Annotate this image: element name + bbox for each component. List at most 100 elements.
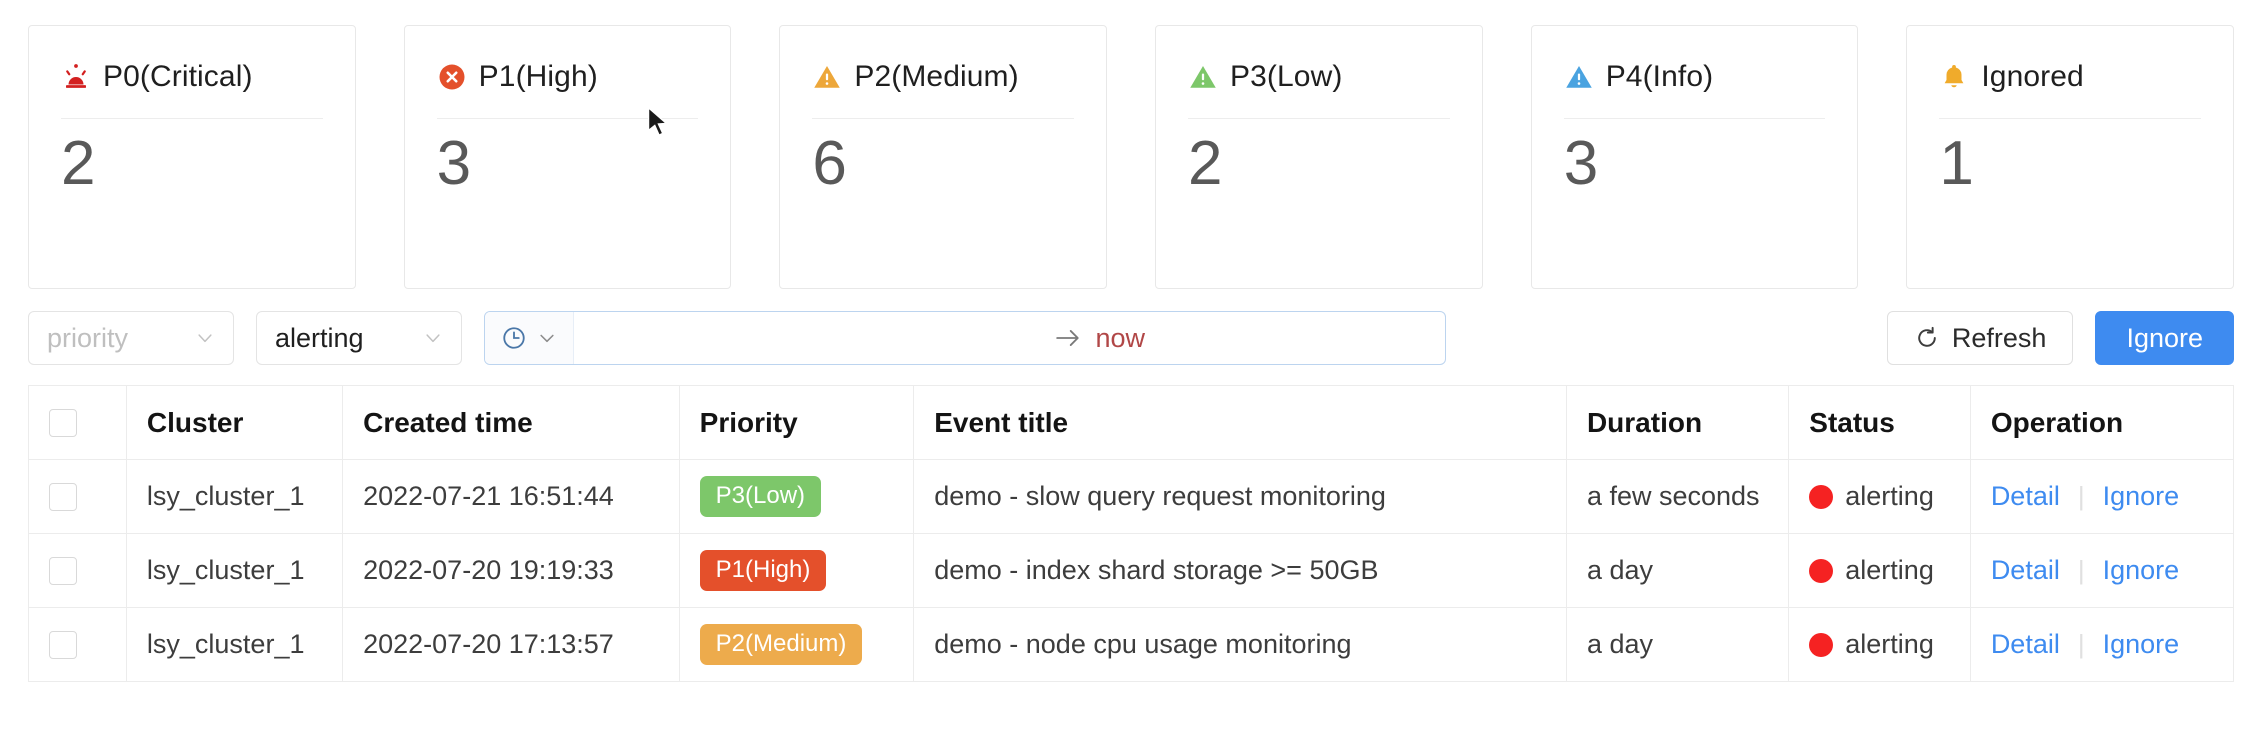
ignore-link[interactable]: Ignore	[2103, 481, 2180, 512]
detail-link[interactable]: Detail	[1991, 481, 2060, 512]
time-range-end-value: now	[1095, 322, 1145, 353]
summary-card-p0[interactable]: P0(Critical) 2	[28, 25, 356, 289]
status-dot-icon	[1809, 632, 1834, 657]
ignore-button[interactable]: Ignore	[2095, 311, 2234, 365]
cell-cluster: lsy_cluster_1	[126, 533, 344, 608]
priority-badge: P3(Low)	[699, 476, 822, 517]
cell-operation: Detail | Ignore	[1970, 459, 2235, 534]
time-range-picker[interactable]: now	[484, 311, 1446, 365]
status-label: alerting	[1845, 481, 1934, 511]
column-header-duration[interactable]: Duration	[1566, 385, 1790, 460]
divider	[1188, 118, 1450, 119]
clock-icon	[503, 327, 525, 349]
summary-card-p4[interactable]: P4(Info) 3	[1530, 25, 1859, 289]
summary-cards-row: P0(Critical) 2 P1(High) 3 P2(Medium) 6 P…	[0, 0, 2262, 289]
refresh-icon	[1918, 326, 1936, 347]
summary-card-value: 2	[1188, 129, 1223, 198]
cell-created: 2022-07-20 19:19:33	[342, 533, 680, 608]
operation-separator: |	[2077, 555, 2085, 585]
bell-icon	[1944, 65, 1964, 88]
time-mode-toggle[interactable]	[485, 312, 574, 364]
chevron-down-icon	[426, 334, 440, 343]
summary-card-header: P2(Medium)	[812, 56, 1074, 98]
priority-badge: P2(Medium)	[699, 624, 863, 665]
column-header-priority[interactable]: Priority	[679, 385, 915, 460]
priority-filter-value: priority	[47, 322, 129, 353]
priority-filter-select[interactable]: priority	[28, 311, 234, 365]
table-row[interactable]: lsy_cluster_1 2022-07-20 17:13:57 P2(Med…	[28, 607, 2235, 682]
cell-status: alerting	[1788, 459, 1971, 534]
summary-card-value: 3	[1563, 129, 1599, 198]
siren-icon	[66, 64, 86, 88]
ignore-link[interactable]: Ignore	[2103, 555, 2180, 586]
divider	[1939, 118, 2202, 119]
summary-card-p2[interactable]: P2(Medium) 6	[779, 25, 1108, 289]
status-filter-select[interactable]: alerting	[256, 311, 462, 365]
cell-created: 2022-07-21 16:51:44	[342, 459, 680, 534]
filter-toolbar: priority alerting now Refresh Ignore	[0, 289, 2262, 365]
row-checkbox[interactable]	[49, 630, 77, 659]
summary-card-title: Ignored	[1981, 60, 2084, 93]
table-row[interactable]: lsy_cluster_1 2022-07-21 16:51:44 P3(Low…	[28, 459, 2235, 534]
cell-cluster: lsy_cluster_1	[126, 607, 344, 682]
row-checkbox[interactable]	[49, 556, 77, 585]
priority-badge: P1(High)	[699, 550, 827, 591]
operation-separator: |	[2077, 481, 2085, 511]
column-header-operation[interactable]: Operation	[1970, 385, 2235, 460]
column-header-title[interactable]: Event title	[913, 385, 1567, 460]
summary-card-header: P4(Info)	[1564, 56, 1826, 98]
summary-card-ignored[interactable]: Ignored 1	[1906, 25, 2235, 289]
summary-card-header: P1(High)	[437, 56, 699, 98]
summary-card-value: 3	[436, 129, 472, 198]
cell-duration: a day	[1566, 533, 1790, 608]
status-label: alerting	[1845, 555, 1934, 585]
detail-link[interactable]: Detail	[1991, 555, 2060, 586]
select-all-header	[28, 385, 127, 460]
detail-link[interactable]: Detail	[1991, 629, 2060, 660]
summary-card-title: P3(Low)	[1230, 60, 1343, 93]
refresh-button-label: Refresh	[1951, 322, 2047, 353]
time-range-fields[interactable]: now	[574, 312, 1445, 364]
cell-event-title: demo - index shard storage >= 50GB	[913, 533, 1567, 608]
summary-card-header: P0(Critical)	[61, 56, 323, 98]
cell-priority: P3(Low)	[679, 459, 915, 534]
divider	[436, 118, 699, 119]
warning-triangle-icon	[1565, 66, 1592, 88]
summary-card-p1[interactable]: P1(High) 3	[403, 25, 732, 289]
column-header-cluster[interactable]: Cluster	[126, 385, 344, 460]
summary-card-value: 1	[1939, 129, 1974, 198]
alert-dashboard-page: P0(Critical) 2 P1(High) 3 P2(Medium) 6 P…	[0, 0, 2262, 742]
operation-separator: |	[2077, 629, 2085, 659]
chevron-down-icon	[540, 334, 554, 343]
cell-duration: a few seconds	[1566, 459, 1790, 534]
status-filter-value: alerting	[275, 322, 364, 353]
status-label: alerting	[1845, 629, 1934, 659]
row-checkbox[interactable]	[49, 482, 77, 511]
table-row[interactable]: lsy_cluster_1 2022-07-20 19:19:33 P1(Hig…	[28, 533, 2235, 608]
ignore-button-label: Ignore	[2126, 322, 2203, 353]
warning-triangle-icon	[814, 66, 841, 88]
summary-card-p3[interactable]: P3(Low) 2	[1155, 25, 1483, 289]
column-header-created[interactable]: Created time	[342, 385, 680, 460]
ignore-link[interactable]: Ignore	[2103, 629, 2180, 660]
status-dot-icon	[1809, 558, 1834, 583]
divider	[61, 118, 323, 119]
status-dot-icon	[1809, 484, 1834, 509]
chevron-down-icon	[198, 334, 212, 343]
summary-card-title: P4(Info)	[1605, 60, 1714, 93]
row-select-cell	[28, 607, 127, 682]
row-select-cell	[28, 459, 127, 534]
cell-status: alerting	[1788, 533, 1971, 608]
summary-card-title: P0(Critical)	[103, 60, 253, 93]
cell-priority: P2(Medium)	[679, 607, 915, 682]
summary-card-header: P3(Low)	[1188, 56, 1450, 98]
summary-card-value: 2	[61, 129, 96, 198]
cell-created: 2022-07-20 17:13:57	[342, 607, 680, 682]
cell-operation: Detail | Ignore	[1970, 607, 2235, 682]
arrow-right-icon	[1056, 330, 1080, 346]
select-all-checkbox[interactable]	[49, 408, 77, 437]
cell-event-title: demo - slow query request monitoring	[913, 459, 1567, 534]
column-header-status[interactable]: Status	[1788, 385, 1971, 460]
refresh-button[interactable]: Refresh	[1886, 311, 2074, 365]
cell-event-title: demo - node cpu usage monitoring	[913, 607, 1567, 682]
